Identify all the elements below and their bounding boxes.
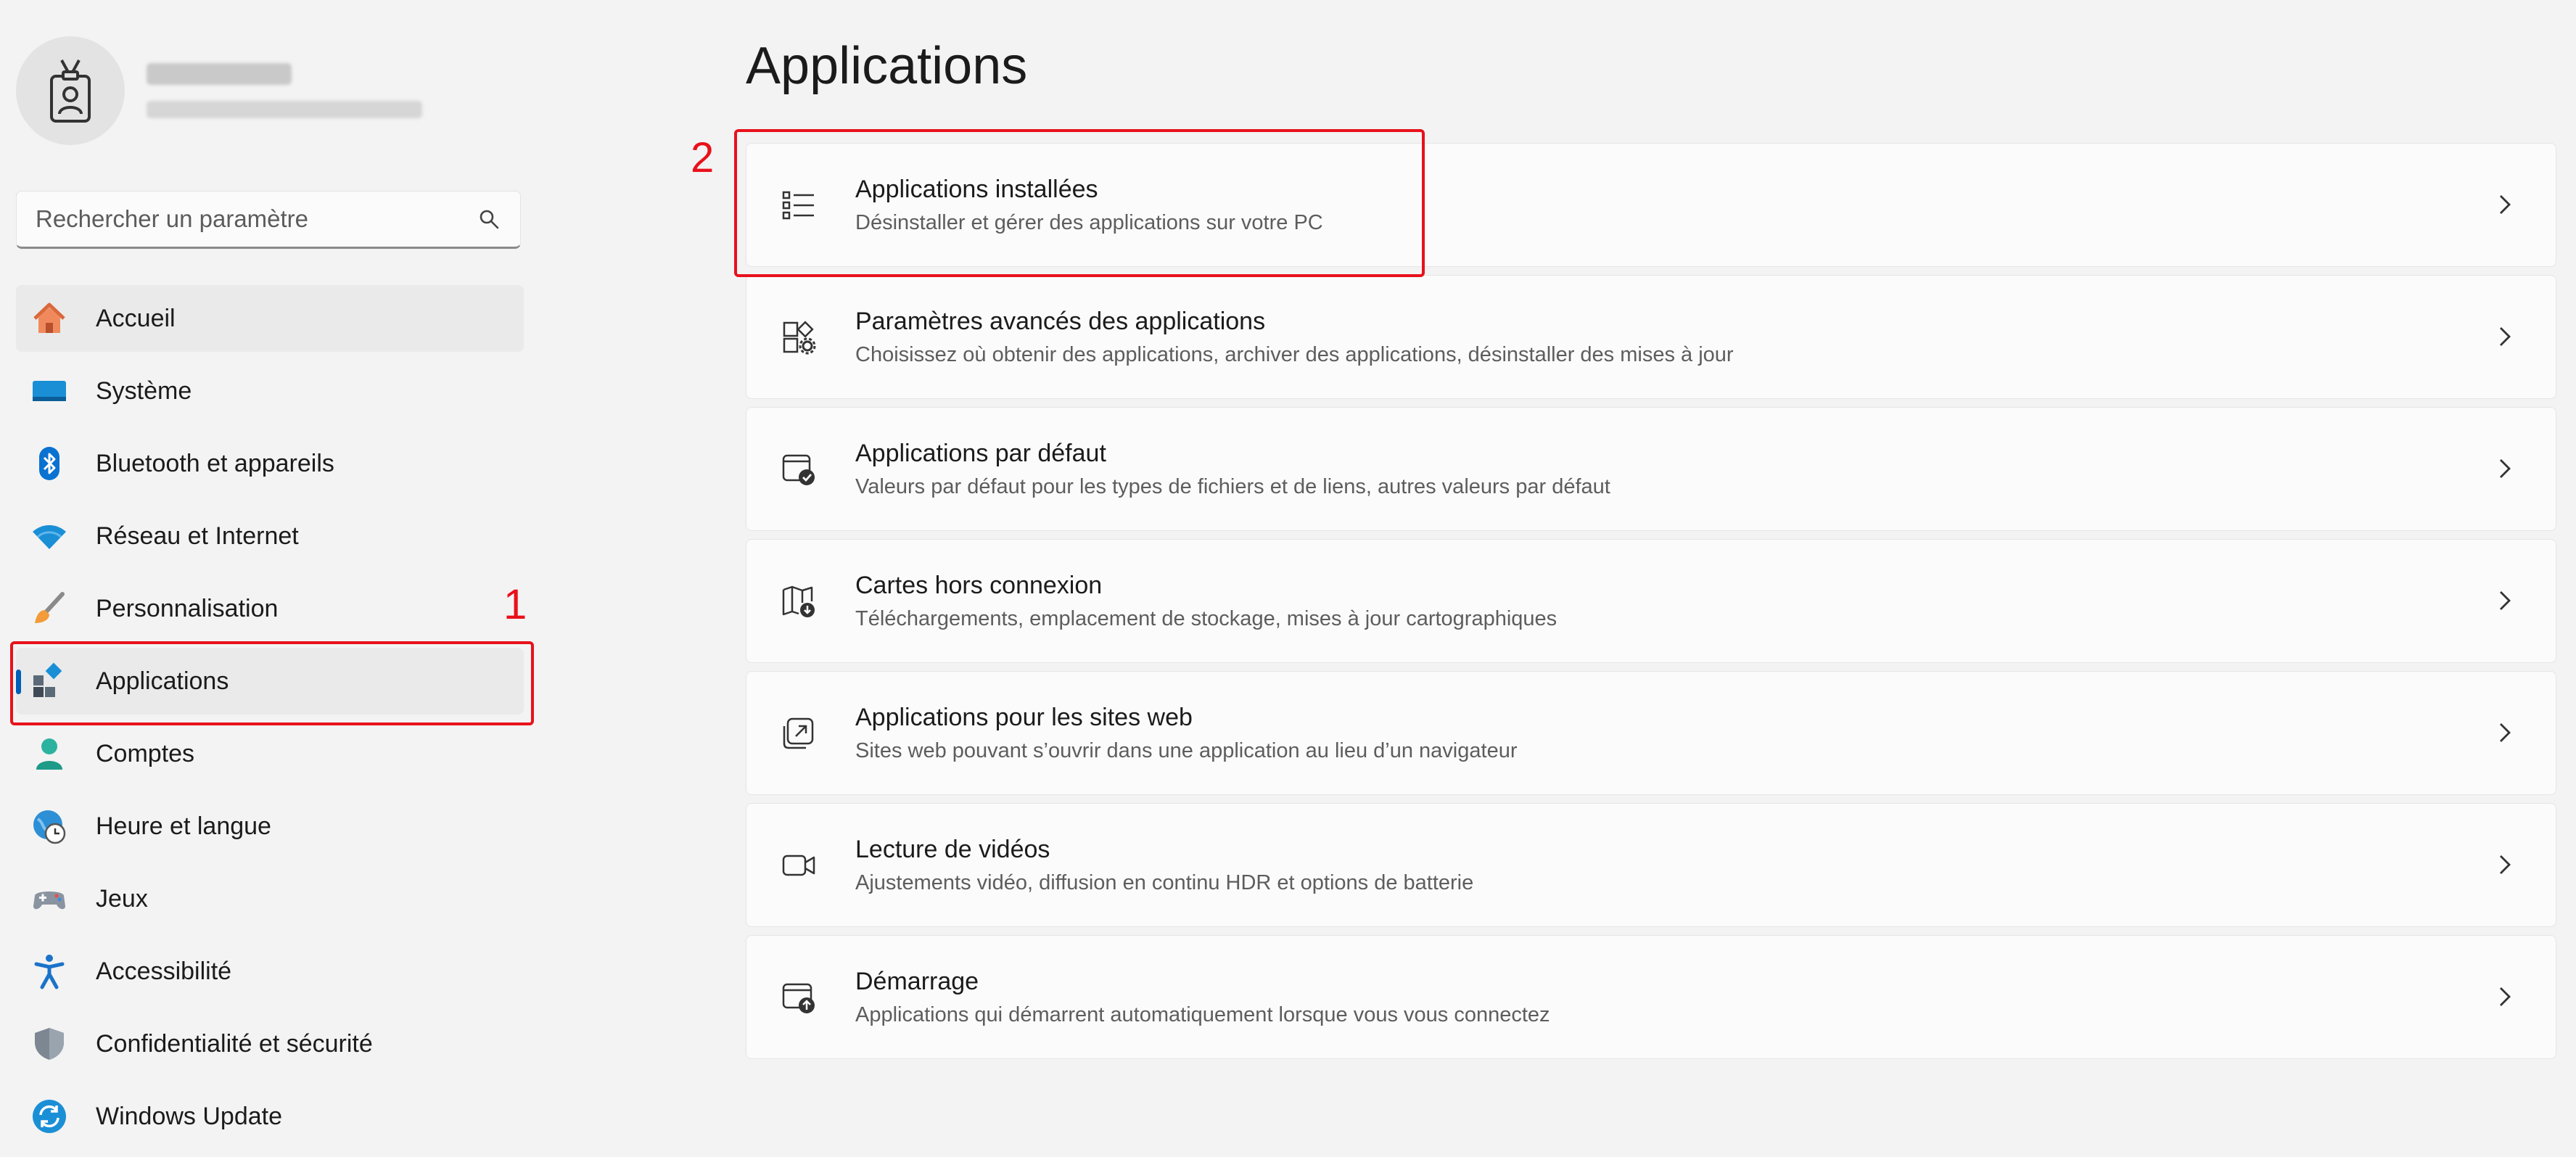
- profile-email-redacted: [147, 101, 422, 118]
- settings-window: Accueil Système Blueto: [0, 0, 2576, 1157]
- sidebar-item-label: Accueil: [96, 304, 176, 332]
- sidebar-item-label: Heure et langue: [96, 812, 271, 840]
- card-cartes-hors-connexion[interactable]: Cartes hors connexion Téléchargements, e…: [746, 539, 2556, 663]
- card-description: Valeurs par défaut pour les types de fic…: [855, 474, 1610, 498]
- offline-map-icon: [778, 581, 819, 622]
- callout-number-1: 1: [503, 581, 527, 628]
- sidebar-item-comptes[interactable]: Comptes: [16, 720, 524, 787]
- shield-icon: [30, 1025, 68, 1063]
- card-demarrage[interactable]: Démarrage Applications qui démarrent aut…: [746, 935, 2556, 1059]
- chevron-right-icon: [2489, 189, 2521, 221]
- default-apps-icon: [778, 449, 819, 490]
- card-title: Paramètres avancés des applications: [855, 307, 1266, 335]
- card-applications-sites-web[interactable]: Applications pour les sites web Sites we…: [746, 671, 2556, 795]
- card-text: Applications pour les sites web Sites we…: [855, 704, 1517, 763]
- chevron-right-icon: [2489, 453, 2521, 485]
- card-title: Démarrage: [855, 967, 979, 995]
- update-icon: [30, 1098, 68, 1135]
- callout-number-2: 2: [691, 134, 715, 181]
- avatar: [16, 36, 125, 145]
- clock-globe-icon: [30, 807, 68, 845]
- card-parametres-avances[interactable]: Paramètres avancés des applications Choi…: [746, 275, 2556, 399]
- chevron-right-icon: [2489, 717, 2521, 749]
- card-description: Téléchargements, emplacement de stockage…: [855, 606, 1557, 630]
- system-icon: [30, 372, 68, 410]
- sidebar-item-label: Applications: [96, 667, 229, 695]
- sidebar-item-label: Bluetooth et appareils: [96, 449, 334, 477]
- sidebar-item-label: Confidentialité et sécurité: [96, 1029, 373, 1058]
- sidebar-item-jeux[interactable]: Jeux: [16, 865, 524, 932]
- app-settings-icon: [778, 317, 819, 358]
- settings-cards: Applications installées Désinstaller et …: [746, 143, 2556, 1067]
- card-text: Cartes hors connexion Téléchargements, e…: [855, 572, 1557, 631]
- sidebar-item-personnalisation[interactable]: Personnalisation: [16, 575, 524, 642]
- card-applications-installees[interactable]: Applications installées Désinstaller et …: [746, 143, 2556, 267]
- chevron-right-icon: [2489, 849, 2521, 881]
- gamepad-icon: [30, 880, 68, 918]
- sidebar-nav: Accueil Système Bluetooth et appareils R…: [16, 285, 524, 1156]
- card-applications-par-defaut[interactable]: Applications par défaut Valeurs par défa…: [746, 407, 2556, 531]
- card-title: Cartes hors connexion: [855, 571, 1103, 599]
- card-description: Ajustements vidéo, diffusion en continu …: [855, 870, 1474, 894]
- sidebar-item-accueil[interactable]: Accueil: [16, 285, 524, 352]
- card-title: Lecture de vidéos: [855, 835, 1050, 863]
- home-icon: [30, 300, 68, 337]
- sidebar: Accueil Système Blueto: [0, 0, 537, 1157]
- sidebar-item-applications[interactable]: Applications: [16, 648, 524, 715]
- sidebar-item-windows-update[interactable]: Windows Update: [16, 1083, 524, 1150]
- chevron-right-icon: [2489, 321, 2521, 353]
- account-icon: [30, 735, 68, 773]
- list-icon: [778, 185, 819, 226]
- card-text: Applications par défaut Valeurs par défa…: [855, 440, 1610, 499]
- open-external-icon: [778, 713, 819, 754]
- sidebar-item-label: Accessibilité: [96, 957, 232, 985]
- card-description: Applications qui démarrent automatiqueme…: [855, 1002, 1550, 1026]
- page-title: Applications: [746, 37, 1028, 95]
- card-title: Applications pour les sites web: [855, 703, 1193, 731]
- search-input[interactable]: [36, 205, 477, 233]
- startup-icon: [778, 977, 819, 1018]
- chevron-right-icon: [2489, 981, 2521, 1013]
- card-title: Applications par défaut: [855, 439, 1106, 467]
- bluetooth-icon: [30, 445, 68, 482]
- main-content: Applications Applications installées Dés…: [691, 0, 2559, 1157]
- sidebar-item-heure-langue[interactable]: Heure et langue: [16, 793, 524, 860]
- apps-icon: [30, 662, 68, 700]
- accessibility-icon: [30, 952, 68, 990]
- card-description: Désinstaller et gérer des applications s…: [855, 210, 1323, 234]
- video-camera-icon: [778, 845, 819, 886]
- card-text: Paramètres avancés des applications Choi…: [855, 308, 1734, 367]
- card-description: Choisissez où obtenir des applications, …: [855, 342, 1734, 366]
- chevron-right-icon: [2489, 585, 2521, 617]
- card-text: Démarrage Applications qui démarrent aut…: [855, 968, 1550, 1027]
- card-title: Applications installées: [855, 175, 1098, 203]
- sidebar-item-label: Jeux: [96, 884, 148, 913]
- search-icon[interactable]: [477, 207, 501, 231]
- card-description: Sites web pouvant s’ouvrir dans une appl…: [855, 738, 1518, 762]
- wifi-icon: [30, 517, 68, 555]
- profile-name-redacted: [147, 63, 292, 85]
- sidebar-item-label: Réseau et Internet: [96, 522, 299, 550]
- sidebar-item-accessibilite[interactable]: Accessibilité: [16, 938, 524, 1005]
- sidebar-item-label: Personnalisation: [96, 594, 279, 622]
- sidebar-item-confidentialite[interactable]: Confidentialité et sécurité: [16, 1010, 524, 1077]
- selection-indicator: [16, 670, 21, 694]
- search-box[interactable]: [16, 191, 521, 249]
- card-text: Lecture de vidéos Ajustements vidéo, dif…: [855, 836, 1473, 895]
- brush-icon: [30, 590, 68, 627]
- sidebar-item-label: Comptes: [96, 739, 195, 767]
- card-lecture-videos[interactable]: Lecture de vidéos Ajustements vidéo, dif…: [746, 803, 2556, 927]
- sidebar-item-bluetooth[interactable]: Bluetooth et appareils: [16, 430, 524, 497]
- sidebar-item-label: Système: [96, 376, 192, 405]
- profile-text: [147, 63, 422, 118]
- sidebar-item-reseau[interactable]: Réseau et Internet: [16, 503, 524, 569]
- card-text: Applications installées Désinstaller et …: [855, 176, 1323, 235]
- sidebar-item-systeme[interactable]: Système: [16, 358, 524, 424]
- badge-icon: [50, 59, 91, 123]
- sidebar-item-label: Windows Update: [96, 1102, 283, 1130]
- user-profile[interactable]: [16, 36, 422, 145]
